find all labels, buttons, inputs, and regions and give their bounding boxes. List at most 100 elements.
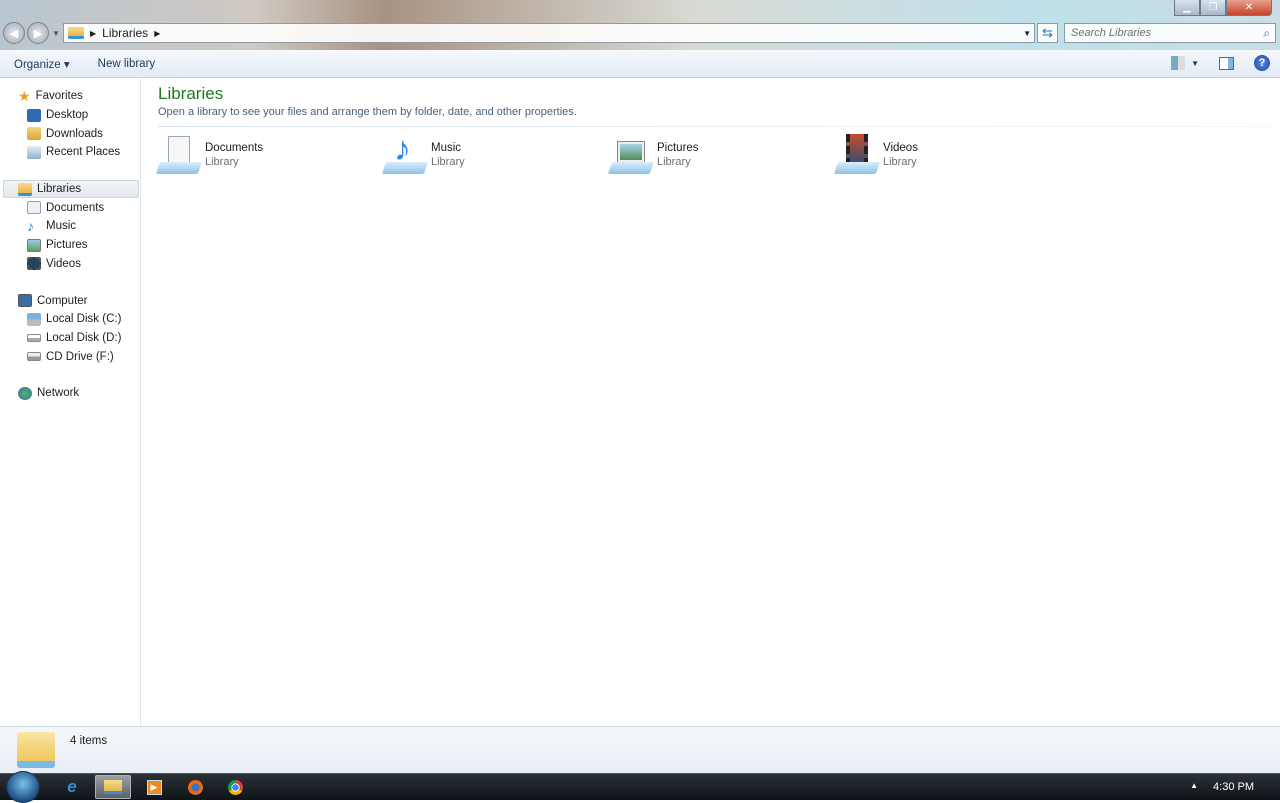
label: CD Drive (F:): [46, 350, 114, 363]
library-pictures[interactable]: Pictures Library: [607, 133, 836, 177]
taskbar-internet-explorer[interactable]: e: [54, 775, 90, 799]
recent-places-icon: [27, 145, 41, 159]
change-view-button[interactable]: ▼: [1171, 56, 1199, 70]
label: Pictures: [46, 239, 88, 252]
sidebar-item-videos[interactable]: Videos: [0, 255, 140, 274]
internet-explorer-icon: e: [67, 777, 77, 796]
label: Downloads: [46, 127, 103, 140]
documents-icon: [27, 201, 41, 215]
library-documents[interactable]: Documents Library: [155, 133, 384, 177]
library-type: Library: [657, 156, 691, 168]
sidebar-item-cd-drive-f[interactable]: CD Drive (F:): [0, 347, 140, 366]
downloads-icon: [27, 127, 41, 141]
libraries-icon: [18, 182, 32, 196]
label: Desktop: [46, 109, 89, 122]
sidebar-item-local-disk-d[interactable]: Local Disk (D:): [0, 329, 140, 348]
videos-library-icon: [833, 134, 881, 176]
sidebar-item-pictures[interactable]: Pictures: [0, 236, 140, 255]
library-name: Documents: [205, 142, 264, 154]
cd-drive-icon: [27, 352, 41, 362]
recent-pages-dropdown[interactable]: ▼: [52, 29, 60, 38]
item-count: 4 items: [70, 735, 108, 747]
sidebar-item-recent-places[interactable]: Recent Places: [0, 143, 140, 162]
forward-button[interactable]: ▶: [27, 22, 49, 44]
network-icon: [18, 386, 32, 400]
clock[interactable]: 4:30 PM: [1213, 781, 1254, 793]
organize-button[interactable]: Organize ▾: [0, 57, 84, 71]
label: Computer: [37, 294, 88, 307]
breadcrumb-arrow-icon[interactable]: ▶: [90, 29, 96, 38]
sidebar-item-documents[interactable]: Documents: [0, 198, 140, 217]
sidebar-item-music[interactable]: ♪ Music: [0, 217, 140, 236]
label: Local Disk (D:): [46, 331, 122, 344]
taskbar-chrome[interactable]: [217, 775, 253, 799]
sidebar-item-downloads[interactable]: Downloads: [0, 124, 140, 143]
videos-icon: [27, 257, 41, 271]
label: Videos: [46, 257, 81, 270]
library-name: Videos: [883, 142, 918, 154]
label: Music: [46, 220, 77, 233]
breadcrumb-arrow-icon[interactable]: ▶: [154, 29, 160, 38]
label: Favorites: [35, 90, 83, 103]
taskbar-media-player[interactable]: ▶: [136, 775, 172, 799]
sidebar-computer[interactable]: Computer: [0, 291, 140, 310]
label: Network: [37, 387, 80, 400]
chevron-down-icon: ▼: [1191, 58, 1199, 68]
sidebar-network[interactable]: Network: [0, 384, 140, 403]
library-type: Library: [431, 156, 465, 168]
libraries-large-icon: [17, 732, 55, 768]
divider: [158, 126, 1270, 127]
maximize-button[interactable]: ❐: [1200, 0, 1226, 16]
pictures-library-icon: [607, 134, 655, 176]
drive-icon: [27, 333, 41, 342]
chrome-icon: [227, 779, 243, 795]
preview-pane-button[interactable]: [1219, 56, 1234, 70]
title-bar: ▁ ❐ ✕ ◀ ▶ ▼ ▶ Libraries ▶ ▼ ⇆ Search Lib…: [0, 0, 1280, 50]
label: Recent Places: [46, 146, 121, 159]
music-icon: ♪: [27, 217, 34, 234]
help-button[interactable]: ?: [1254, 55, 1270, 71]
computer-icon: [18, 294, 32, 308]
command-bar: Organize ▾ New library ▼ ?: [0, 50, 1280, 78]
libraries-folder-icon: [68, 27, 84, 39]
taskbar: e ▶ ▲ 4:30 PM: [0, 771, 1280, 803]
taskbar-firefox[interactable]: [177, 775, 213, 799]
breadcrumb-libraries[interactable]: Libraries: [102, 26, 148, 40]
new-library-button[interactable]: New library: [84, 58, 170, 70]
library-name: Pictures: [657, 142, 699, 154]
documents-library-icon: [155, 134, 203, 176]
label: Libraries: [37, 183, 82, 196]
sidebar-favorites[interactable]: ★ Favorites: [0, 87, 140, 106]
minimize-button[interactable]: ▁: [1174, 0, 1200, 16]
media-player-icon: ▶: [146, 779, 162, 795]
sidebar-item-local-disk-c[interactable]: Local Disk (C:): [0, 310, 140, 329]
windows-explorer-icon: [104, 780, 122, 794]
music-library-icon: ♪: [381, 130, 429, 176]
pictures-icon: [27, 238, 41, 252]
navigation-pane: ★ Favorites Desktop Downloads Recent Plac…: [0, 79, 141, 726]
library-music[interactable]: ♪ Music Library: [381, 130, 610, 177]
start-button[interactable]: [6, 771, 40, 803]
library-videos[interactable]: Videos Library: [833, 133, 1062, 177]
show-hidden-icons-button[interactable]: ▲: [1190, 781, 1198, 790]
address-dropdown-icon[interactable]: ▼: [1023, 29, 1031, 38]
label: Documents: [46, 201, 105, 214]
sidebar-libraries[interactable]: Libraries: [3, 179, 139, 199]
address-bar[interactable]: ▶ Libraries ▶ ▼: [63, 23, 1035, 43]
system-drive-icon: [27, 312, 41, 326]
content-pane: Libraries Open a library to see your fil…: [142, 79, 1280, 726]
back-button[interactable]: ◀: [3, 22, 25, 44]
library-name: Music: [431, 142, 462, 154]
taskbar-windows-explorer[interactable]: [95, 775, 131, 799]
close-button[interactable]: ✕: [1226, 0, 1272, 16]
firefox-icon: [187, 779, 203, 795]
search-input[interactable]: Search Libraries ⌕: [1064, 23, 1276, 43]
sidebar-item-desktop[interactable]: Desktop: [0, 106, 140, 125]
star-icon: ★: [18, 87, 31, 104]
search-icon[interactable]: ⌕: [1263, 26, 1270, 41]
library-type: Library: [883, 156, 917, 168]
details-pane: 4 items: [0, 726, 1280, 773]
search-placeholder: Search Libraries: [1071, 27, 1152, 39]
label: Local Disk (C:): [46, 313, 122, 326]
refresh-button[interactable]: ⇆: [1037, 23, 1058, 43]
